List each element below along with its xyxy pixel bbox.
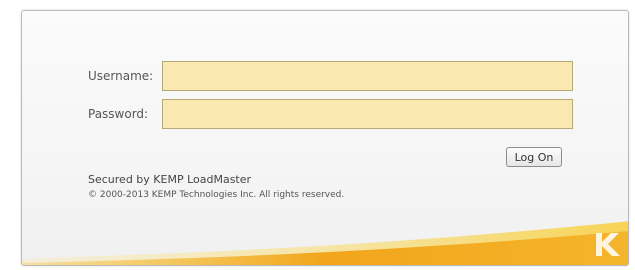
password-label: Password:	[88, 107, 149, 121]
log-on-button[interactable]: Log On	[506, 147, 562, 167]
decorative-swoosh	[22, 221, 628, 265]
login-panel: Username: Password: Log On Secured by KE…	[21, 10, 629, 266]
username-label: Username:	[88, 69, 154, 83]
secured-by-text: Secured by KEMP LoadMaster	[88, 173, 252, 186]
kemp-k-logo-icon	[596, 233, 620, 256]
username-input[interactable]	[162, 61, 573, 91]
password-input[interactable]	[162, 99, 573, 129]
copyright-text: © 2000-2013 KEMP Technologies Inc. All r…	[88, 190, 345, 200]
